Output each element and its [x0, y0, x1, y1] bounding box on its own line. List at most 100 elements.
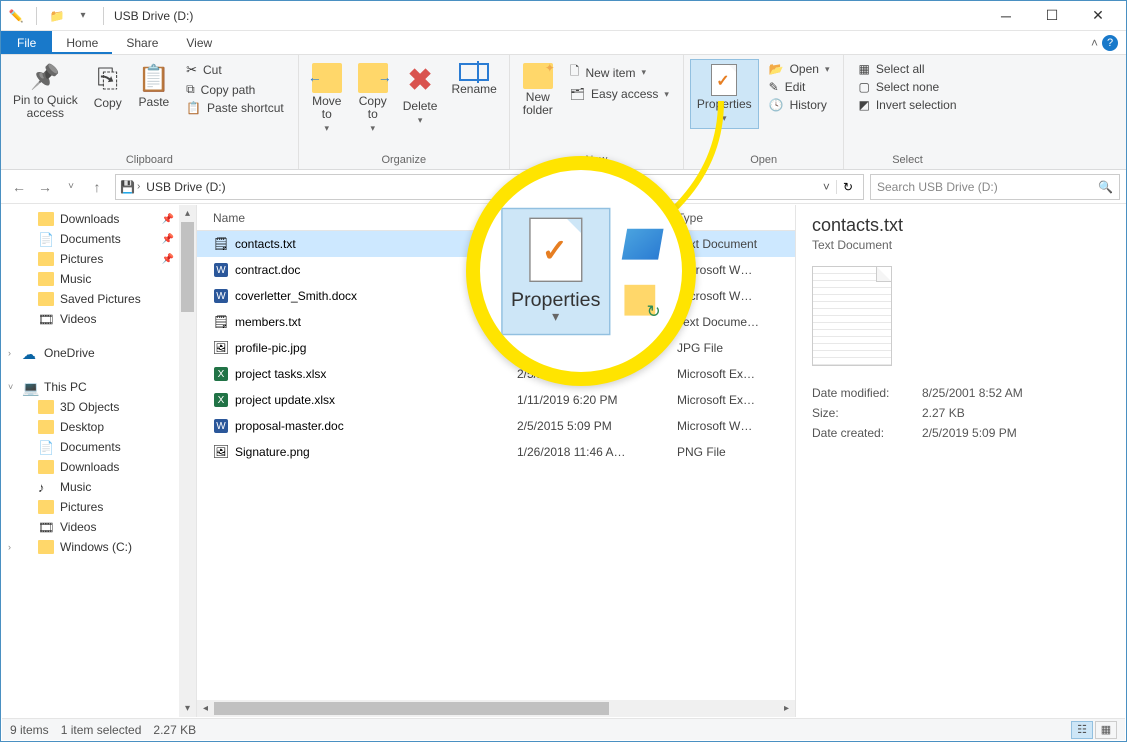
recent-dropdown[interactable]: ˅ [59, 175, 83, 199]
details-modified-value: 8/25/2001 8:52 AM [922, 386, 1109, 400]
new-folder-icon [523, 63, 553, 89]
paste-icon [138, 63, 170, 94]
nav-this-pc[interactable]: ˅This PC [2, 377, 196, 397]
paste-button[interactable]: Paste [132, 59, 176, 113]
column-type[interactable]: Type [677, 211, 795, 225]
nav-downloads-pc[interactable]: Downloads [2, 457, 196, 477]
close-button[interactable]: ✕ [1075, 1, 1121, 31]
back-button[interactable]: ← [7, 175, 31, 199]
tab-file[interactable]: File [1, 31, 52, 54]
nav-downloads[interactable]: Downloads📌 [2, 209, 196, 229]
file-type: JPG File [677, 341, 795, 355]
paste-shortcut-icon [186, 101, 201, 115]
details-thumbnail [812, 266, 892, 366]
callout-history-icon [624, 284, 655, 315]
copy-icon [97, 63, 118, 95]
file-icon [213, 366, 229, 382]
breadcrumb-current[interactable]: USB Drive (D:) [142, 180, 229, 194]
details-created-value: 2/5/2019 5:09 PM [922, 426, 1109, 440]
file-row[interactable]: proposal-master.doc2/5/2015 5:09 PMMicro… [197, 413, 795, 439]
rename-button[interactable]: Rename [445, 59, 502, 100]
callout-open-icon [622, 228, 664, 259]
qat-app-icon: ✏️ [6, 6, 26, 26]
view-details-button[interactable]: ☷ [1071, 721, 1093, 739]
status-bar: 9 items 1 item selected 2.27 KB ☷ ▦ [2, 718, 1125, 740]
details-modified-label: Date modified: [812, 386, 922, 400]
new-item-button[interactable]: New item [566, 61, 673, 84]
select-all-button[interactable]: Select all [854, 61, 960, 77]
properties-button[interactable]: Properties [690, 59, 759, 129]
file-name: project update.xlsx [235, 393, 335, 407]
pin-to-quick-access-button[interactable]: Pin to Quick access [7, 59, 84, 124]
nav-saved-pictures[interactable]: Saved Pictures [2, 289, 196, 309]
nav-documents-pc[interactable]: Documents [2, 437, 196, 457]
file-icon [213, 314, 229, 330]
edit-button[interactable]: Edit [765, 79, 834, 95]
search-placeholder: Search USB Drive (D:) [877, 180, 998, 194]
new-folder-button[interactable]: New folder [516, 59, 560, 121]
copy-path-icon [186, 82, 195, 97]
rename-icon [459, 63, 489, 81]
move-to-button[interactable]: Move to [305, 59, 349, 138]
details-pane: contacts.txt Text Document Date modified… [795, 205, 1125, 717]
details-size-label: Size: [812, 406, 922, 420]
file-row[interactable]: project update.xlsx1/11/2019 6:20 PMMicr… [197, 387, 795, 413]
nav-pictures-pc[interactable]: Pictures [2, 497, 196, 517]
ribbon-collapse[interactable]: ˄ [1091, 36, 1098, 50]
address-box[interactable]: 💾 › USB Drive (D:) ˅ ↻ [115, 174, 864, 200]
file-type: Text Docume… [677, 315, 795, 329]
address-dropdown[interactable]: ˅ [817, 180, 836, 194]
drive-icon: 💾 [120, 180, 135, 194]
file-row[interactable]: Signature.png1/26/2018 11:46 A…PNG File [197, 439, 795, 465]
cut-button[interactable]: Cut [182, 61, 288, 79]
qat-dropdown[interactable]: ▾ [73, 6, 93, 26]
tab-view[interactable]: View [172, 31, 226, 54]
tab-home[interactable]: Home [52, 31, 112, 54]
file-name: contacts.txt [235, 237, 296, 251]
copy-button[interactable]: Copy [86, 59, 130, 114]
select-none-button[interactable]: Select none [854, 79, 960, 95]
nav-desktop[interactable]: Desktop [2, 417, 196, 437]
callout-properties-button: Properties ▾ [501, 207, 610, 334]
list-h-scrollbar[interactable]: ◂▸ [197, 700, 795, 717]
select-all-icon [858, 62, 869, 76]
nav-videos-pc[interactable]: Videos [2, 517, 196, 537]
search-input[interactable]: Search USB Drive (D:) 🔍 [870, 174, 1120, 200]
nav-pictures[interactable]: Pictures📌 [2, 249, 196, 269]
chevron-right-icon[interactable]: › [135, 181, 142, 192]
nav-documents[interactable]: Documents📌 [2, 229, 196, 249]
group-select-label: Select [850, 153, 964, 167]
new-item-icon [570, 62, 580, 83]
easy-access-button[interactable]: Easy access [566, 86, 673, 102]
delete-button[interactable]: Delete [397, 59, 444, 130]
copy-to-icon [358, 63, 388, 93]
forward-button[interactable]: → [33, 175, 57, 199]
nav-music-pc[interactable]: Music [2, 477, 196, 497]
copy-path-button[interactable]: Copy path [182, 81, 288, 98]
open-button[interactable]: Open [765, 61, 834, 77]
view-large-button[interactable]: ▦ [1095, 721, 1117, 739]
nav-videos[interactable]: Videos [2, 309, 196, 329]
maximize-button[interactable]: ☐ [1029, 1, 1075, 31]
history-button[interactable]: History [765, 97, 834, 113]
file-date: 2/5/2015 5:09 PM [517, 419, 677, 433]
nav-3d-objects[interactable]: 3D Objects [2, 397, 196, 417]
help-icon[interactable]: ? [1102, 35, 1118, 51]
minimize-button[interactable]: ─ [983, 1, 1029, 31]
copy-to-button[interactable]: Copy to [351, 59, 395, 138]
callout-properties-icon [529, 217, 582, 281]
invert-selection-button[interactable]: Invert selection [854, 97, 960, 113]
nav-onedrive[interactable]: ›OneDrive [2, 343, 196, 363]
nav-scrollbar[interactable]: ▴ ▾ [179, 205, 196, 717]
up-button[interactable]: ↑ [85, 175, 109, 199]
tab-share[interactable]: Share [112, 31, 172, 54]
column-name[interactable]: Name [197, 211, 517, 225]
file-name: proposal-master.doc [235, 419, 344, 433]
nav-windows-c[interactable]: ›Windows (C:) [2, 537, 196, 557]
nav-music[interactable]: Music [2, 269, 196, 289]
file-row[interactable]: project tasks.xlsx2/5/2019 5:13 PMMicros… [197, 361, 795, 387]
pin-icon [30, 63, 60, 92]
file-icon [213, 340, 229, 356]
paste-shortcut-button[interactable]: Paste shortcut [182, 100, 288, 116]
refresh-button[interactable]: ↻ [836, 180, 859, 194]
